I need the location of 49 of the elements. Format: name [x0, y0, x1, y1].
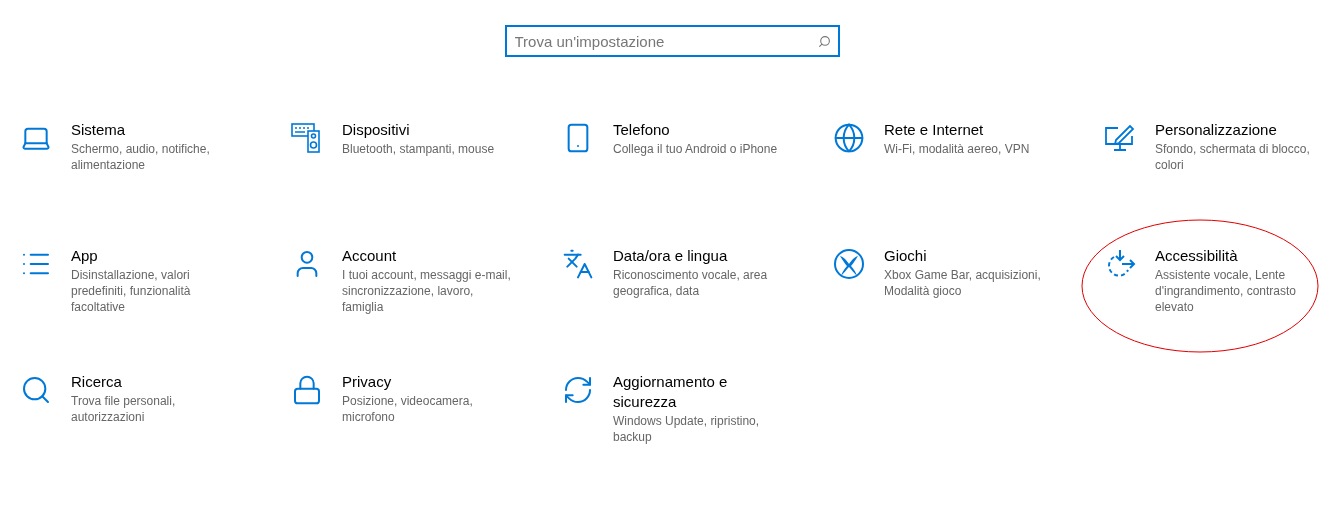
category-tile[interactable]: Privacy Posizione, videocamera, microfono	[291, 372, 514, 425]
category-tile[interactable]: App Disinstallazione, valori predefiniti, funzionalità facoltative	[20, 246, 243, 315]
globe-icon	[833, 122, 865, 154]
category-tile[interactable]: Accessibilità Assistente vocale, Lente d'ingrandimento, contrasto elevato	[1104, 246, 1327, 315]
category-tile[interactable]: Ricerca Trova file personali, autorizzazioni	[20, 372, 243, 425]
category-description: Assistente vocale, Lente d'ingrandimento, contrasto elevato	[1155, 267, 1298, 315]
category-title: Sistema	[71, 120, 127, 140]
category-title: Ricerca	[71, 372, 123, 392]
category-title: Rete e Internet	[884, 120, 985, 140]
search-icon	[20, 374, 52, 406]
category-tile[interactable]: Telefono Collega il tuo Android o iPhone	[562, 120, 785, 157]
category-title: Accessibilità	[1155, 246, 1239, 266]
category-description: Collega il tuo Android o iPhone	[613, 141, 779, 157]
category-description: Riconoscimento vocale, area geografica, data	[613, 267, 769, 299]
category-tile[interactable]: Account I tuoi account, messaggi e-mail, sincronizzazione, lavoro, famiglia	[291, 246, 514, 315]
category-description: Trova file personali, autorizzazioni	[71, 393, 177, 425]
keyboard-speaker-icon	[291, 122, 323, 154]
category-title: Telefono	[613, 120, 671, 140]
category-description: Bluetooth, stampanti, mouse	[342, 141, 496, 157]
category-title: App	[71, 246, 99, 266]
category-title: Giochi	[884, 246, 928, 266]
refresh-icon	[562, 374, 594, 406]
category-tile[interactable]: Rete e Internet Wi-Fi, modalità aereo, VPN	[833, 120, 1056, 157]
category-tile[interactable]: Dispositivi Bluetooth, stampanti, mouse	[291, 120, 514, 157]
category-title: Account	[342, 246, 398, 266]
category-tile[interactable]: Giochi Xbox Game Bar, acquisizioni, Modalità gioco	[833, 246, 1056, 299]
category-description: I tuoi account, messaggi e-mail, sincronizzazione, lavoro, famiglia	[342, 267, 512, 315]
category-title: Dispositivi	[342, 120, 411, 140]
category-tile[interactable]: Data/ora e lingua Riconoscimento vocale, area geografica, data	[562, 246, 785, 299]
category-description: Disinstallazione, valori predefiniti, funzionalità facoltative	[71, 267, 192, 315]
category-description: Sfondo, schermata di blocco, colori	[1155, 141, 1311, 173]
lock-icon	[291, 374, 323, 406]
category-description: Wi-Fi, modalità aereo, VPN	[884, 141, 1031, 157]
category-tile[interactable]: Personalizzazione Sfondo, schermata di blocco, colori	[1104, 120, 1327, 173]
search-field[interactable]: Trova un'impostazione	[504, 25, 840, 57]
category-description: Posizione, videocamera, microfono	[342, 393, 474, 425]
category-description: Windows Update, ripristino, backup	[613, 413, 761, 445]
search-icon	[817, 35, 831, 48]
category-title: Privacy	[342, 372, 393, 392]
category-tile[interactable]: Sistema Schermo, audio, notifiche, alimentazione	[20, 120, 243, 173]
monitor-brush-icon	[1104, 122, 1136, 154]
category-title: Data/ora e lingua	[613, 246, 729, 266]
language-icon	[562, 248, 594, 280]
xbox-icon	[833, 248, 865, 280]
category-tile[interactable]: Aggiornamento e sicurezza Windows Update, ripristino, backup	[562, 372, 785, 445]
category-title: Aggiornamento e sicurezza	[613, 372, 729, 412]
category-description: Schermo, audio, notifiche, alimentazione	[71, 141, 211, 173]
category-description: Xbox Game Bar, acquisizioni, Modalità gioco	[884, 267, 1042, 299]
category-title: Personalizzazione	[1155, 120, 1278, 140]
